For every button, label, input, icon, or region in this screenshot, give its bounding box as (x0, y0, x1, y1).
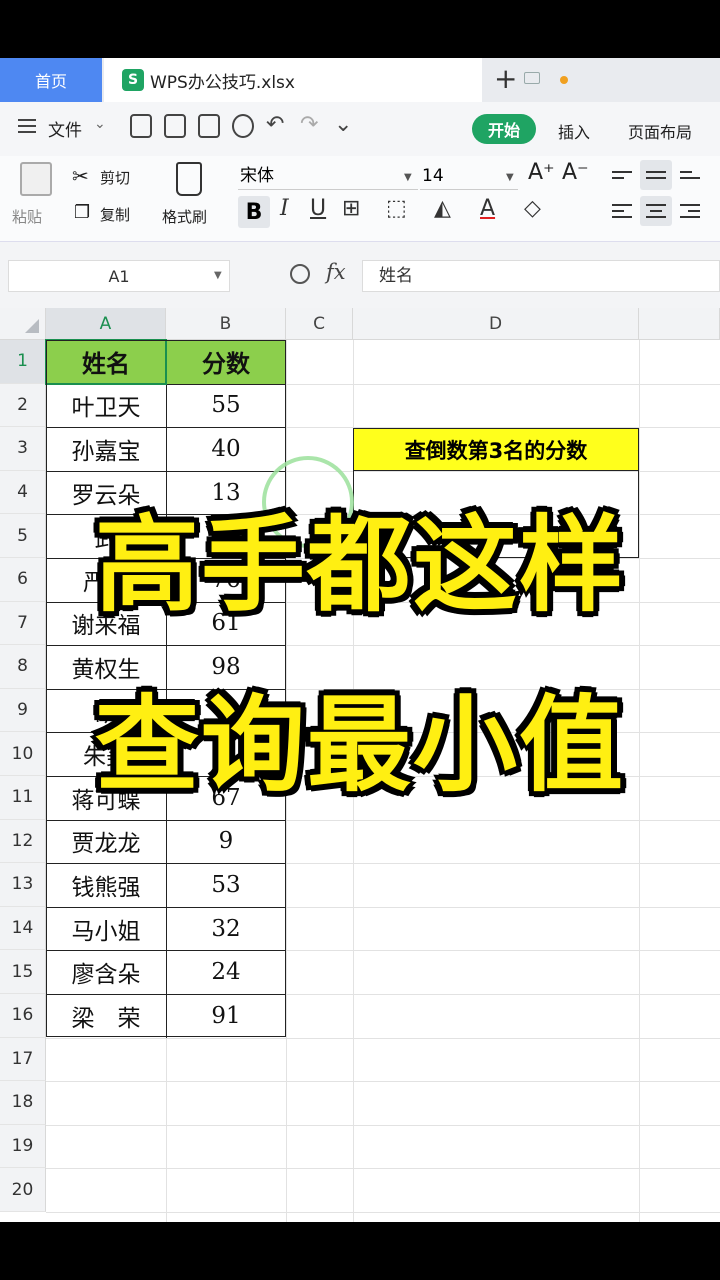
select-all-corner[interactable] (0, 308, 46, 340)
row-header[interactable]: 18 (0, 1081, 46, 1125)
row-header[interactable]: 17 (0, 1037, 46, 1082)
paste-icon[interactable] (20, 162, 52, 196)
chevron-down-icon[interactable]: ⌄ (94, 116, 106, 132)
clear-format-icon[interactable]: ◇ (524, 196, 541, 221)
quick-access-toolbar: ↶ ↷ ⌄ (130, 114, 356, 138)
bold-button[interactable]: B (238, 196, 270, 228)
gridline (46, 1212, 720, 1213)
border-icon[interactable]: ⊞ (342, 196, 360, 221)
row-header[interactable]: 15 (0, 950, 46, 994)
tab-insert[interactable]: 插入 (558, 119, 590, 143)
row-header[interactable]: 12 (0, 819, 46, 864)
formula-bar: A1 ▼ fx 姓名 (0, 242, 720, 308)
font-size-select[interactable]: 14 (420, 162, 518, 190)
format-painter-icon[interactable] (176, 162, 202, 196)
export-icon[interactable] (164, 114, 186, 138)
redo-icon[interactable]: ↷ (300, 114, 322, 138)
spreadsheet-icon: S (122, 69, 144, 91)
cut-button[interactable]: 剪切 (100, 167, 130, 188)
scissors-icon[interactable]: ✂ (72, 164, 89, 188)
tab-workbook[interactable]: S WPS办公技巧.xlsx (104, 58, 568, 102)
tab-start[interactable]: 开始 (472, 114, 536, 144)
undo-icon[interactable]: ↶ (266, 114, 288, 138)
format-painter-button[interactable]: 格式刷 (162, 206, 207, 227)
align-middle-icon[interactable] (640, 160, 672, 190)
row-header[interactable]: 16 (0, 994, 46, 1038)
align-center-icon[interactable] (640, 196, 672, 226)
row-header[interactable]: 14 (0, 906, 46, 951)
gridline (46, 1124, 720, 1126)
size-dropdown-icon[interactable]: ▼ (506, 172, 514, 183)
top-black-bar (0, 0, 720, 58)
row-header[interactable]: 13 (0, 863, 46, 907)
font-dropdown-icon[interactable]: ▼ (404, 172, 412, 183)
overlay-title-line2: 查询最小值 (94, 684, 625, 806)
align-right-icon[interactable] (674, 196, 706, 226)
overlay-title-line1: 高手都这样 (94, 504, 625, 626)
row-header[interactable]: 19 (0, 1124, 46, 1169)
column-header-b[interactable]: B (166, 308, 286, 340)
file-menu[interactable]: 文件 (48, 116, 82, 141)
name-box-dropdown-icon[interactable]: ▼ (214, 270, 222, 281)
font-color-icon[interactable]: A (480, 196, 495, 221)
tab-bar: 首页 S WPS办公技巧.xlsx + (0, 58, 720, 102)
shrink-font-icon[interactable]: A⁻ (562, 160, 589, 185)
column-header-d[interactable]: D (353, 308, 639, 340)
row-header[interactable]: 1 (0, 340, 46, 384)
column-header-e[interactable] (639, 308, 720, 340)
italic-button[interactable]: I (280, 196, 289, 221)
gridline (46, 1081, 720, 1083)
align-bottom-icon[interactable] (674, 160, 706, 190)
fill-color-icon[interactable]: ◭ (434, 196, 451, 221)
name-box[interactable]: A1 (8, 260, 230, 292)
unsaved-dot-icon (560, 76, 568, 84)
zoom-icon[interactable] (290, 264, 310, 284)
print-preview-icon[interactable] (232, 114, 254, 138)
align-top-icon[interactable] (606, 160, 638, 190)
customize-chevron-icon[interactable]: ⌄ (334, 114, 356, 138)
save-icon[interactable] (130, 114, 152, 138)
tab-page-layout[interactable]: 页面布局 (628, 119, 692, 143)
menu-icon[interactable] (18, 119, 36, 133)
cell-style-icon[interactable]: ⬚ (386, 196, 407, 221)
font-family-select[interactable]: 宋体 (238, 162, 418, 190)
ribbon: 粘贴 ✂ 剪切 ❐ 复制 格式刷 宋体 ▼ 14 ▼ A⁺ A⁻ B I U ⊞… (0, 156, 720, 242)
monitor-icon[interactable] (524, 72, 540, 84)
formula-input[interactable]: 姓名 (362, 260, 720, 292)
column-header-a[interactable]: A (46, 308, 166, 340)
align-left-icon[interactable] (606, 196, 638, 226)
bottom-black-bar (0, 1222, 720, 1280)
copy-icon[interactable]: ❐ (74, 202, 90, 223)
underline-button[interactable]: U (310, 196, 326, 221)
tab-workbook-label: WPS办公技巧.xlsx (150, 72, 295, 93)
gridline (46, 1168, 720, 1170)
column-header-c[interactable]: C (286, 308, 353, 340)
gridline (46, 1037, 720, 1039)
query-label-cell[interactable]: 查倒数第3名的分数 (353, 428, 639, 471)
new-tab-button[interactable]: + (494, 62, 517, 95)
tab-home[interactable]: 首页 (0, 58, 102, 102)
copy-button[interactable]: 复制 (100, 204, 130, 225)
fx-icon[interactable]: fx (326, 260, 346, 284)
menu-bar: 文件 ⌄ ↶ ↷ ⌄ 开始 插入 页面布局 (0, 102, 720, 156)
row-header[interactable]: 2 (0, 383, 46, 428)
paste-button[interactable]: 粘贴 (12, 206, 42, 227)
row-header[interactable]: 3 (0, 427, 46, 471)
grow-font-icon[interactable]: A⁺ (528, 160, 555, 185)
row-header[interactable]: 20 (0, 1168, 46, 1212)
print-icon[interactable] (198, 114, 220, 138)
